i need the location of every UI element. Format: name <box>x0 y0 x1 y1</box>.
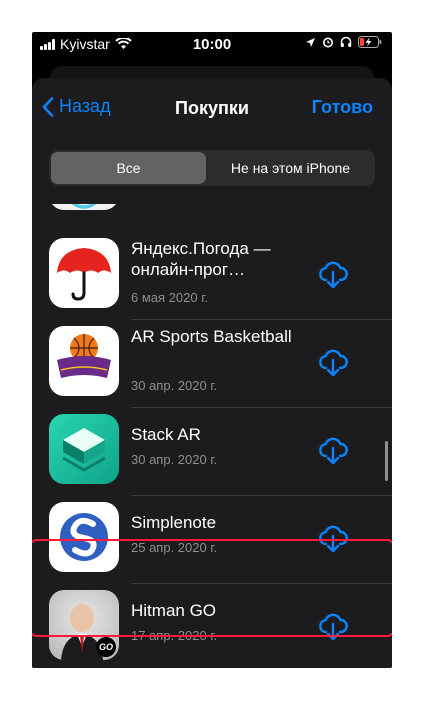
app-date: 6 мая 2020 г. <box>131 290 208 305</box>
app-date: 17 апр. 2020 г. <box>131 628 218 643</box>
app-name: AR Sports Basketball <box>131 327 292 346</box>
status-bar: Kyivstar 10:00 <box>32 32 392 58</box>
list-item[interactable]: Simplenote 25 апр. 2020 г. <box>32 496 392 584</box>
segment-not-on-device[interactable]: Не на этом iPhone <box>208 152 373 184</box>
segmented-control: Все Не на этом iPhone <box>49 150 375 186</box>
hitman-icon: GO <box>49 590 119 660</box>
list-item-partial[interactable] <box>32 204 392 222</box>
phone-screen: Kyivstar 10:00 Назад Покупки Готово Все … <box>32 32 392 668</box>
location-icon <box>306 37 315 47</box>
app-name: Simplenote <box>131 513 217 532</box>
headphones-icon <box>340 36 352 47</box>
list-item[interactable]: Stack AR 30 апр. 2020 г. <box>32 408 392 496</box>
simplenote-icon <box>49 502 119 572</box>
segment-all[interactable]: Все <box>51 152 206 184</box>
cloud-download-icon[interactable] <box>317 258 349 290</box>
cloud-download-icon[interactable] <box>317 434 349 466</box>
done-button[interactable]: Готово <box>312 97 373 118</box>
scrollbar[interactable] <box>385 441 388 481</box>
cloud-download-icon[interactable] <box>317 610 349 642</box>
list-item[interactable]: Яндекс.Погода — онлайн-прог… 6 мая 2020 … <box>32 232 392 320</box>
cloud-download-icon[interactable] <box>317 346 349 378</box>
navigation-bar: Назад Покупки Готово <box>32 78 392 138</box>
alarm-icon <box>323 37 333 48</box>
basketball-icon <box>49 326 119 396</box>
go-badge: GO <box>96 637 116 657</box>
app-name: Яндекс.Погода — онлайн-прог… <box>131 239 271 279</box>
app-name: Hitman GO <box>131 601 217 620</box>
app-date: 25 апр. 2020 г. <box>131 540 218 555</box>
purchases-list: Яндекс.Погода — онлайн-прог… 6 мая 2020 … <box>32 204 392 668</box>
app-name: Stack AR <box>131 425 201 444</box>
list-item[interactable]: GO Hitman GO 17 апр. 2020 г. <box>32 584 392 668</box>
app-date: 30 апр. 2020 г. <box>131 452 218 467</box>
app-date: 30 апр. 2020 г. <box>131 378 218 393</box>
app-icon <box>49 204 119 210</box>
purchases-sheet: Назад Покупки Готово Все Не на этом iPho… <box>32 78 392 668</box>
umbrella-icon <box>49 238 119 308</box>
battery-charging-icon <box>358 36 382 48</box>
cloud-download-icon[interactable] <box>317 522 349 554</box>
stack-icon <box>49 414 119 484</box>
list-item[interactable]: AR Sports Basketball 30 апр. 2020 г. <box>32 320 392 408</box>
